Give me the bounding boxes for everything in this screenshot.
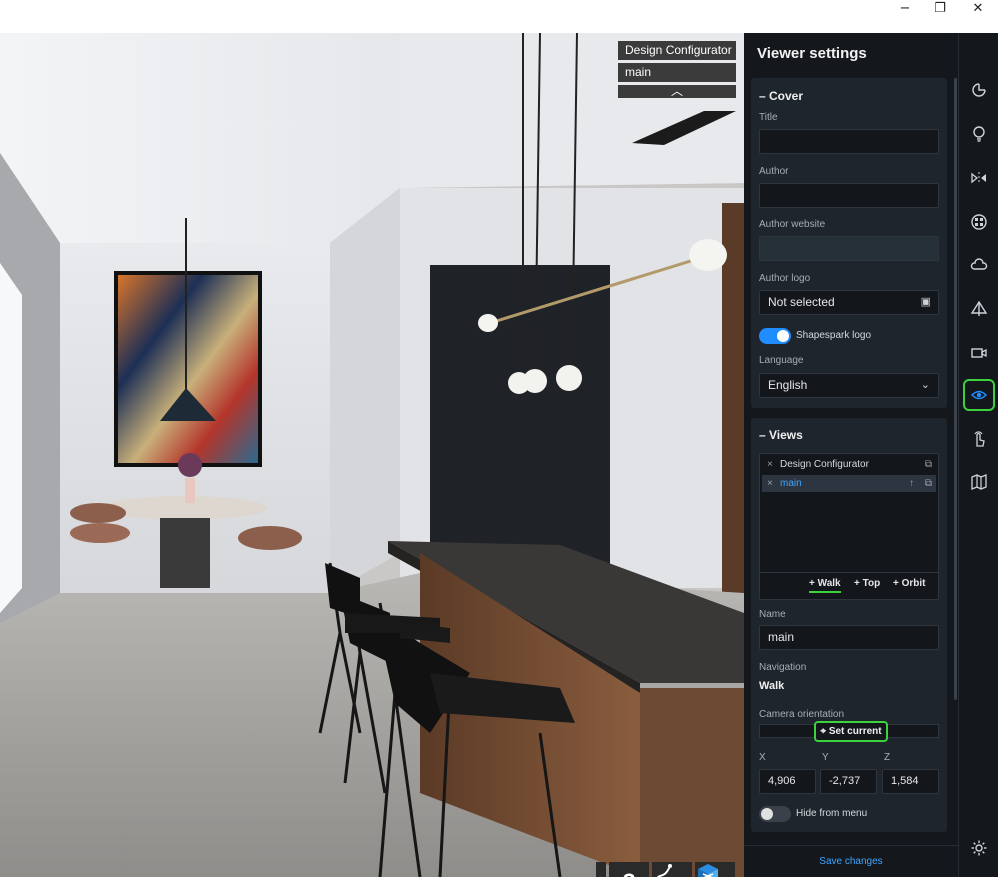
cover-section-header[interactable]: – Cover — [759, 89, 803, 103]
view-menu-collapse-button[interactable]: ︿ — [618, 85, 736, 98]
shapespark-logo-toggle[interactable] — [759, 328, 791, 344]
cover-section: – Cover Title Author Author website Auth… — [751, 78, 947, 408]
views-section: – Views × Design Configurator ⧉ × main ↑… — [751, 418, 947, 832]
save-changes-button[interactable]: Save changes — [744, 845, 958, 878]
title-input[interactable] — [759, 129, 939, 154]
path-button[interactable] — [652, 862, 692, 877]
sky-button[interactable] — [963, 249, 995, 281]
views-section-header[interactable]: – Views — [759, 428, 803, 442]
add-top-view-button[interactable]: + Top — [854, 578, 880, 589]
chevron-down-icon: ⌄ — [920, 379, 930, 391]
set-current-button[interactable]: ⌖ Set current — [814, 721, 888, 742]
settings-button[interactable] — [963, 832, 995, 864]
add-walk-view-button[interactable]: + Walk — [809, 578, 841, 593]
language-select[interactable]: English ⌄ — [759, 373, 939, 398]
y-coordinate-input[interactable]: -2,737 — [820, 769, 877, 794]
tool-icon-bar — [958, 33, 998, 877]
author-label: Author — [759, 166, 789, 177]
scene-viewport[interactable]: Design Configurator main ︿ ⟩ ? — [0, 33, 744, 877]
toggle-knob — [777, 330, 789, 342]
toggle-knob — [761, 808, 773, 820]
camera-button[interactable] — [963, 337, 995, 369]
panel-title: Viewer settings — [757, 45, 867, 62]
camera-icon — [971, 348, 987, 358]
add-orbit-view-button[interactable]: + Orbit — [893, 578, 926, 589]
author-website-label: Author website — [759, 219, 826, 230]
author-logo-select[interactable]: Not selected ▣ — [759, 290, 939, 315]
minimize-button[interactable]: − — [887, 0, 923, 18]
hand-icon — [974, 431, 985, 447]
mirror-button[interactable] — [963, 162, 995, 194]
close-button[interactable]: ✕ — [960, 0, 996, 18]
interaction-button[interactable] — [963, 423, 995, 455]
view-menu-item-design-configurator[interactable]: Design Configurator — [618, 41, 736, 60]
plus-icon: + — [893, 578, 902, 589]
crosshair-icon: ⌖ — [820, 726, 829, 737]
viewer-settings-panel: Viewer settings – Cover Title Author Aut… — [744, 33, 958, 877]
help-icon: ? — [622, 869, 635, 877]
materials-button[interactable] — [963, 74, 995, 106]
copy-icon[interactable]: ⧉ — [925, 456, 932, 473]
x-label: X — [759, 752, 766, 763]
viewer-settings-button[interactable] — [963, 379, 995, 411]
map-icon — [971, 474, 987, 490]
author-input[interactable] — [759, 183, 939, 208]
view-item-design-configurator[interactable]: × Design Configurator ⧉ — [762, 456, 936, 473]
language-value: English — [768, 378, 808, 392]
textures-button[interactable] — [963, 206, 995, 238]
z-label: Z — [884, 752, 891, 763]
cloud-icon — [970, 258, 988, 270]
scene-render — [0, 33, 744, 877]
navigation-label: Navigation — [759, 662, 807, 673]
z-coordinate-input[interactable]: 1,584 — [882, 769, 939, 794]
y-label: Y — [822, 752, 829, 763]
image-upload-icon: ▣ — [920, 296, 931, 308]
texture-icon — [971, 214, 987, 230]
plus-icon: + — [854, 578, 863, 589]
views-list: × Design Configurator ⧉ × main ↑ ⧉ + Wal… — [759, 453, 939, 600]
perspective-icon — [970, 300, 988, 316]
path-icon — [656, 864, 672, 877]
divider — [760, 572, 938, 573]
shapespark-logo-label: Shapespark logo — [796, 330, 872, 341]
camera-orientation-label: Camera orientation — [759, 709, 845, 720]
help-button[interactable]: ? — [609, 862, 649, 877]
title-label: Title — [759, 112, 778, 123]
settings-icon — [971, 840, 987, 856]
remove-icon[interactable]: × — [767, 456, 773, 473]
collapse-icon: – — [759, 428, 770, 442]
navigation-value: Walk — [759, 680, 785, 692]
chevron-up-icon: ︿ — [670, 84, 683, 98]
shapespark-logo-button[interactable] — [695, 862, 735, 877]
window-titlebar: − ❐ ✕ — [0, 0, 998, 33]
hide-from-menu-label: Hide from menu — [796, 808, 868, 819]
perspective-button[interactable] — [963, 293, 995, 325]
plus-icon: + — [809, 578, 818, 589]
view-name-input[interactable]: main — [759, 625, 939, 650]
view-menu-item-main[interactable]: main — [618, 63, 736, 82]
author-logo-label: Author logo — [759, 273, 811, 284]
copy-icon[interactable]: ⧉ — [925, 475, 932, 492]
lights-button[interactable] — [963, 118, 995, 150]
map-button[interactable] — [963, 466, 995, 498]
view-item-main[interactable]: × main ↑ ⧉ — [762, 475, 936, 492]
language-label: Language — [759, 355, 804, 366]
author-website-input[interactable] — [759, 236, 939, 261]
restore-button[interactable]: ❐ — [922, 0, 958, 18]
mirror-icon — [971, 172, 986, 184]
eye-icon — [970, 390, 988, 400]
expand-toolbar-button[interactable]: ⟩ — [596, 862, 606, 877]
move-up-icon[interactable]: ↑ — [909, 475, 914, 492]
hide-from-menu-toggle[interactable] — [759, 806, 791, 822]
light-icon — [973, 126, 985, 142]
shapespark-logo-icon — [698, 864, 718, 877]
panel-scrollbar[interactable] — [954, 78, 957, 700]
collapse-icon: – — [759, 89, 770, 103]
x-coordinate-input[interactable]: 4,906 — [759, 769, 816, 794]
remove-icon[interactable]: × — [767, 475, 773, 492]
materials-icon — [972, 83, 986, 97]
author-logo-value: Not selected — [768, 295, 835, 309]
name-label: Name — [759, 609, 786, 620]
